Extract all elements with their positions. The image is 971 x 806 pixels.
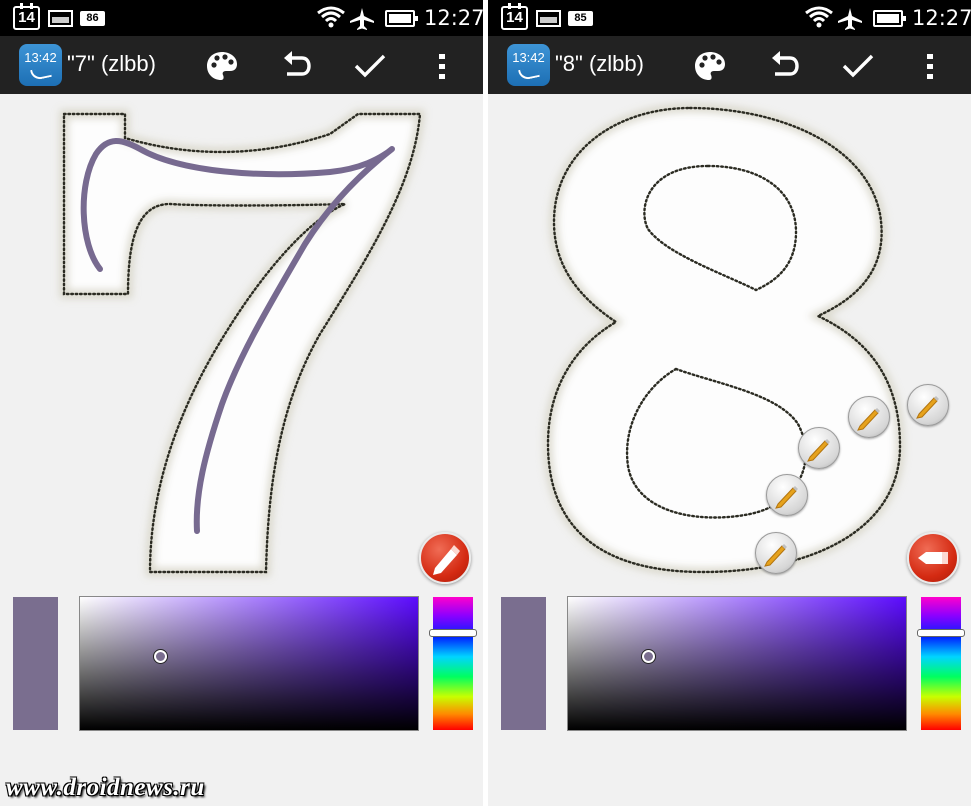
- digit-8-template: [543, 103, 905, 577]
- check-icon[interactable]: [840, 48, 876, 84]
- page-title: "8" (zlbb): [555, 51, 644, 76]
- saturation-value-picker[interactable]: [79, 596, 419, 731]
- action-bar: 13:42 "7" (zlbb): [0, 36, 483, 94]
- airplane-icon: [350, 8, 374, 30]
- pencil-marker[interactable]: [907, 384, 949, 426]
- palette-icon[interactable]: [692, 48, 728, 84]
- digit-7-outline: [59, 109, 425, 577]
- gallery-icon: [536, 10, 561, 27]
- pen-fab-icon: [433, 545, 460, 575]
- pencil-marker-icon: [775, 486, 798, 509]
- check-icon[interactable]: [352, 48, 388, 84]
- pencil-marker[interactable]: [798, 427, 840, 469]
- pencil-marker-icon: [807, 439, 830, 462]
- undo-icon[interactable]: [766, 48, 802, 84]
- hue-slider-handle[interactable]: [917, 629, 965, 637]
- gallery-icon: [48, 10, 73, 27]
- pencil-marker[interactable]: [766, 474, 808, 516]
- digit-8-glow: [543, 103, 905, 577]
- selected-color-swatch: [501, 597, 546, 730]
- hue-slider[interactable]: [429, 597, 477, 730]
- battery-icon: [385, 10, 418, 27]
- selected-color-swatch: [13, 597, 58, 730]
- hue-slider-handle[interactable]: [429, 629, 477, 637]
- drawing-canvas[interactable]: [0, 94, 483, 587]
- status-bar: 14 85 12:27: [488, 0, 971, 36]
- overflow-menu-icon[interactable]: [430, 48, 454, 84]
- battery-icon: [873, 10, 906, 27]
- pencil-marker[interactable]: [755, 532, 797, 574]
- status-bar: 14 86 12:27: [0, 0, 483, 36]
- phone-screen-digit-8: 14 85 12:27 13:42 "8" (zlbb): [488, 0, 971, 806]
- eraser-fab-icon: [918, 552, 948, 564]
- drawing-canvas[interactable]: [488, 94, 971, 587]
- app-icon[interactable]: 13:42: [507, 44, 550, 86]
- saturation-value-handle[interactable]: [642, 650, 655, 663]
- battery-level-badge: 86: [80, 11, 105, 26]
- calendar-icon: 14: [501, 3, 528, 30]
- status-clock: 12:27: [424, 6, 483, 30]
- hue-slider[interactable]: [917, 597, 965, 730]
- saturation-value-picker[interactable]: [567, 596, 907, 731]
- palette-icon[interactable]: [204, 48, 240, 84]
- pencil-marker[interactable]: [848, 396, 890, 438]
- wifi-icon: [317, 6, 345, 28]
- app-icon[interactable]: 13:42: [19, 44, 62, 86]
- saturation-value-handle[interactable]: [154, 650, 167, 663]
- wifi-icon: [805, 6, 833, 28]
- pencil-marker-icon: [764, 544, 787, 567]
- eraser-fab-button[interactable]: [907, 532, 959, 584]
- action-bar: 13:42 "8" (zlbb): [488, 36, 971, 94]
- battery-level-badge: 85: [568, 11, 593, 26]
- airplane-icon: [838, 8, 862, 30]
- page-title: "7" (zlbb): [67, 51, 156, 76]
- overflow-menu-icon[interactable]: [918, 48, 942, 84]
- calendar-icon: 14: [13, 3, 40, 30]
- pen-fab-button[interactable]: [419, 532, 471, 584]
- status-clock: 12:27: [912, 6, 971, 30]
- pencil-marker-icon: [857, 408, 880, 431]
- digit-7-template: [59, 109, 425, 577]
- watermark: www.droidnews.ru: [6, 774, 205, 801]
- pencil-marker-icon: [916, 396, 939, 419]
- phone-screen-digit-7: 14 86 12:27 13:42 "7" (zlbb) www.droidne…: [0, 0, 483, 806]
- undo-icon[interactable]: [278, 48, 314, 84]
